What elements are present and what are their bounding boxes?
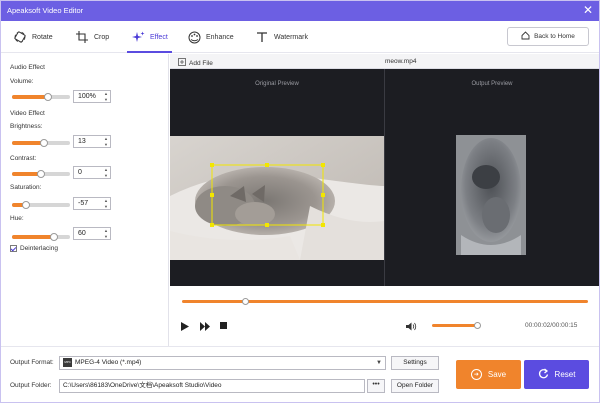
tab-watermark-label: Watermark	[274, 33, 308, 41]
save-arrow-icon: ➜	[470, 369, 482, 380]
saturation-slider[interactable]	[12, 201, 70, 209]
tab-crop[interactable]: Crop	[75, 21, 109, 53]
brightness-value: 13	[78, 138, 86, 145]
reset-icon	[538, 368, 549, 381]
saturation-value: -57	[78, 200, 89, 207]
output-settings-bar: Output Format: MP4 MPEG-4 Video (*.mp4) ▼…	[1, 346, 599, 402]
output-folder-field[interactable]: C:\Users\86183\OneDrive\文档\Apeaksoft Stu…	[59, 379, 365, 393]
output-folder-label: Output Folder:	[10, 382, 52, 389]
tab-effect[interactable]: Effect	[127, 21, 172, 53]
add-file-label: Add File	[189, 59, 213, 67]
volume-value: 100%	[78, 93, 96, 100]
editor-toolbar: Rotate Crop Effect Enhance Watermark Bac…	[1, 21, 599, 53]
output-preview-caption: Output Preview	[471, 81, 513, 87]
effect-settings-panel: Audio Effect Volume: 100% ▲ ▼ Video Effec…	[1, 54, 169, 346]
saturation-stepper[interactable]: -57 ▲ ▼	[73, 197, 111, 210]
contrast-label: Contrast:	[10, 155, 37, 162]
video-effect-heading: Video Effect	[10, 110, 45, 117]
play-icon[interactable]	[181, 322, 189, 333]
saturation-label: Saturation:	[10, 184, 42, 191]
tab-enhance-label: Enhance	[206, 33, 234, 41]
hue-slider[interactable]	[12, 233, 70, 241]
tab-enhance[interactable]: Enhance	[187, 21, 234, 53]
output-format-value: MPEG-4 Video (*.mp4)	[75, 359, 142, 366]
crop-icon	[75, 30, 89, 44]
original-video-frame	[170, 136, 384, 260]
original-preview-caption: Original Preview	[255, 81, 299, 87]
brightness-label: Brightness:	[10, 123, 43, 130]
brightness-slider[interactable]	[12, 139, 70, 147]
add-file-icon	[178, 58, 186, 68]
file-name: meow.mp4	[385, 58, 417, 65]
reset-label: Reset	[554, 370, 576, 379]
window-title: Apeaksoft Video Editor	[7, 6, 84, 15]
preview-header: Add File meow.mp4	[170, 54, 599, 69]
stepper-arrows-icon[interactable]: ▲ ▼	[103, 136, 109, 147]
back-to-home-label: Back to Home	[534, 33, 575, 40]
playback-controls: 00:00:02/00:00:15	[170, 286, 599, 346]
tab-rotate[interactable]: Rotate	[13, 21, 53, 53]
volume-label: Volume:	[10, 78, 34, 85]
open-folder-button[interactable]: Open Folder	[391, 379, 439, 393]
brightness-stepper[interactable]: 13 ▲ ▼	[73, 135, 111, 148]
checkbox-checked-icon[interactable]	[10, 245, 17, 252]
deinterlacing-checkbox[interactable]: Deinterlacing	[10, 245, 58, 252]
playback-time: 00:00:02/00:00:15	[525, 322, 578, 329]
volume-icon[interactable]	[406, 322, 417, 333]
stepper-arrows-icon[interactable]: ▲ ▼	[103, 91, 109, 102]
save-label: Save	[487, 370, 507, 379]
volume-handle[interactable]	[474, 322, 481, 329]
contrast-value: 0	[78, 169, 82, 176]
tab-watermark[interactable]: Watermark	[255, 21, 308, 53]
reset-button[interactable]: Reset	[524, 360, 589, 389]
output-video-frame	[456, 135, 526, 255]
output-format-label: Output Format:	[10, 359, 54, 366]
rotate-icon	[13, 30, 27, 44]
deinterlacing-label: Deinterlacing	[20, 245, 58, 252]
volume-stepper[interactable]: 100% ▲ ▼	[73, 90, 111, 103]
browse-folder-button[interactable]: •••	[367, 379, 385, 393]
hue-label: Hue:	[10, 215, 24, 222]
tab-effect-label: Effect	[150, 33, 168, 41]
output-folder-path: C:\Users\86183\OneDrive\文档\Apeaksoft Stu…	[63, 382, 222, 389]
hue-value: 60	[78, 230, 86, 237]
mp4-format-icon: MP4	[63, 357, 72, 367]
home-icon	[521, 31, 530, 42]
timeline-slider[interactable]	[182, 298, 588, 305]
hue-stepper[interactable]: 60 ▲ ▼	[73, 227, 111, 240]
watermark-t-icon	[255, 30, 269, 44]
original-preview-pane: Original Preview	[170, 69, 384, 286]
volume-slider[interactable]	[12, 93, 70, 101]
fast-forward-icon[interactable]	[200, 322, 210, 333]
contrast-stepper[interactable]: 0 ▲ ▼	[73, 166, 111, 179]
stepper-arrows-icon[interactable]: ▲ ▼	[103, 198, 109, 209]
stop-icon[interactable]	[220, 322, 228, 332]
output-preview-pane: Output Preview	[385, 69, 599, 286]
settings-button[interactable]: Settings	[391, 356, 439, 370]
volume-bar-slider[interactable]	[432, 322, 481, 329]
video-editor-window: Apeaksoft Video Editor ✕ Rotate Crop Eff…	[0, 0, 600, 403]
tab-crop-label: Crop	[94, 33, 110, 41]
close-icon[interactable]: ✕	[583, 3, 593, 17]
stepper-arrows-icon[interactable]: ▲ ▼	[103, 167, 109, 178]
enhance-palette-icon	[187, 30, 201, 44]
output-format-select[interactable]: MP4 MPEG-4 Video (*.mp4) ▼	[59, 356, 386, 370]
save-button[interactable]: ➜ Save	[456, 360, 521, 389]
add-file-button[interactable]: Add File	[178, 58, 213, 68]
stepper-arrows-icon[interactable]: ▲ ▼	[103, 228, 109, 239]
contrast-slider[interactable]	[12, 170, 70, 178]
effect-sparkle-icon	[131, 30, 145, 44]
title-bar: Apeaksoft Video Editor ✕	[1, 1, 599, 21]
back-to-home-button[interactable]: Back to Home	[507, 27, 589, 46]
audio-effect-heading: Audio Effect	[10, 64, 45, 71]
tab-rotate-label: Rotate	[32, 33, 53, 41]
chevron-down-icon[interactable]: ▼	[376, 357, 382, 369]
preview-area: Add File meow.mp4 Original Preview Outpu…	[170, 54, 599, 346]
timeline-handle[interactable]	[242, 298, 249, 305]
